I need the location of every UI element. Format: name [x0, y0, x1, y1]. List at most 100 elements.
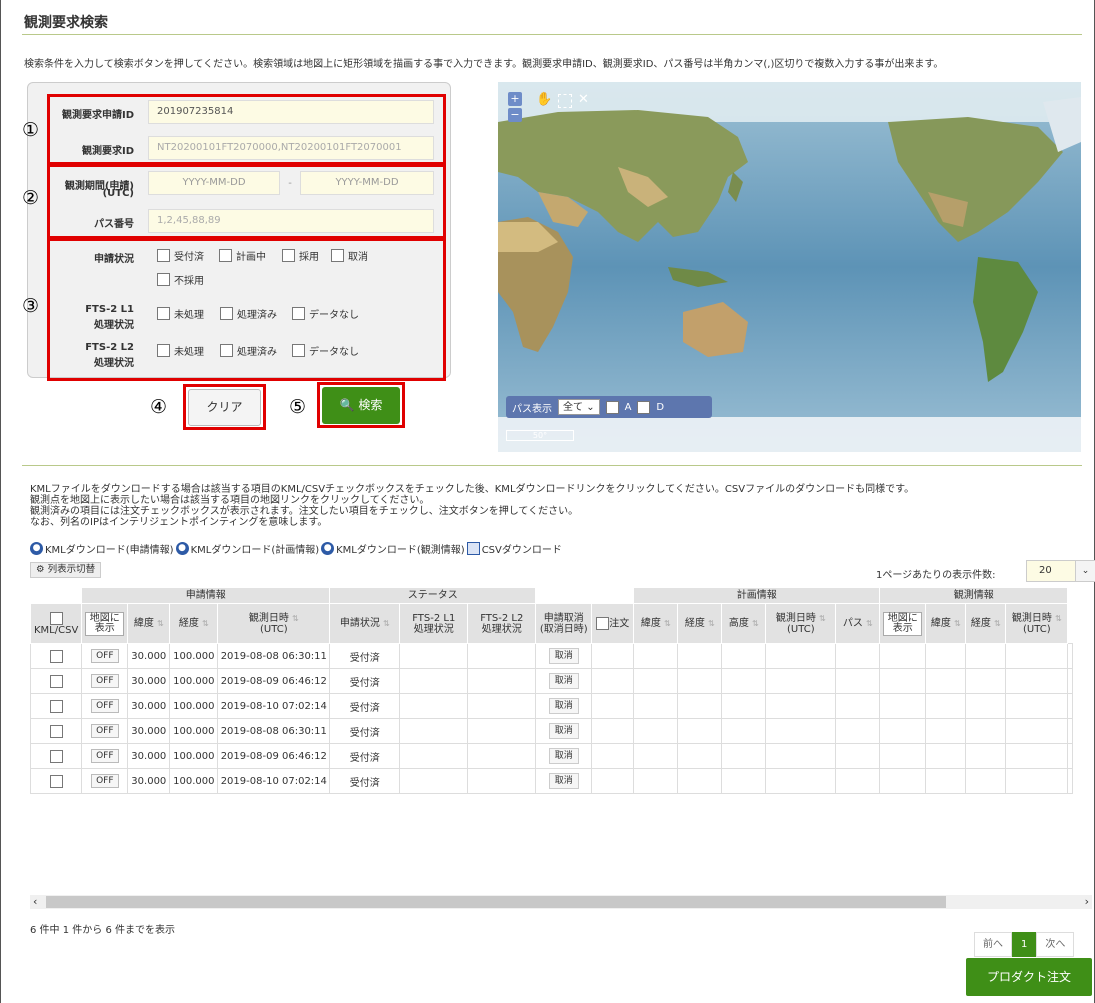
- row-empty-cell: [765, 718, 837, 744]
- ascending-label: A: [624, 401, 632, 413]
- ascending-checkbox[interactable]: [605, 400, 619, 414]
- col-obs-lon[interactable]: 経度 ⇅: [965, 603, 1007, 644]
- row-empty-cell: [879, 668, 927, 694]
- row-l1: [399, 718, 469, 744]
- row-l1: [399, 693, 469, 719]
- sort-icon: ⇅: [1055, 613, 1062, 623]
- row-empty-cell: [965, 668, 1007, 694]
- row-cancel-button[interactable]: 取消: [548, 673, 579, 689]
- col-obs-datetime[interactable]: 観測日時 ⇅ (UTC): [217, 603, 331, 644]
- scroll-left-icon[interactable]: ‹: [33, 895, 37, 908]
- order-all-checkbox[interactable]: [596, 617, 610, 630]
- sort-icon: ⇅: [202, 619, 209, 628]
- row-kml-checkbox[interactable]: [49, 724, 63, 738]
- col-plan-datetime[interactable]: 観測日時 ⇅ (UTC): [765, 603, 837, 644]
- col-plan-lon[interactable]: 経度 ⇅: [677, 603, 723, 644]
- rectangle-select-icon[interactable]: [558, 94, 572, 108]
- row-map-cell: OFF: [81, 693, 129, 719]
- obs-map-button[interactable]: 地図に表示: [883, 611, 923, 636]
- horizontal-scrollbar[interactable]: ‹ ›: [30, 895, 1092, 909]
- world-map[interactable]: + − ✋ ✕ パス表示 全て ⌄ A D 50°: [498, 82, 1081, 452]
- table-row: OFF 30.000 100.000 2019-08-10 07:02:14 受付済 取消: [29, 693, 1074, 719]
- scroll-thumb[interactable]: [46, 896, 946, 908]
- csv-download-link[interactable]: CSVダウンロード: [482, 541, 562, 556]
- row-l2: [467, 718, 537, 744]
- row-kml-checkbox[interactable]: [49, 699, 63, 713]
- prev-page-button[interactable]: 前へ: [974, 932, 1012, 957]
- map-all-button[interactable]: 地図に表示: [85, 611, 125, 636]
- pan-hand-icon[interactable]: ✋: [536, 92, 552, 107]
- row-map-toggle[interactable]: OFF: [91, 749, 119, 763]
- group-app-info: 申請情報: [81, 587, 331, 604]
- descending-checkbox[interactable]: [637, 400, 651, 414]
- row-map-toggle[interactable]: OFF: [91, 649, 119, 663]
- col-obs-lat[interactable]: 緯度 ⇅: [925, 603, 967, 644]
- row-status: 受付済: [329, 718, 401, 744]
- row-empty-cell: [633, 693, 679, 719]
- table-body: OFF 30.000 100.000 2019-08-08 06:30:11 受付済 取消…: [29, 643, 1074, 794]
- select-all-checkbox[interactable]: [49, 611, 63, 625]
- row-empty-cell: [591, 768, 635, 794]
- row-map-toggle[interactable]: OFF: [91, 774, 119, 788]
- clear-shape-icon[interactable]: ✕: [578, 92, 589, 107]
- row-map-toggle[interactable]: OFF: [91, 674, 119, 688]
- row-cancel-button[interactable]: 取消: [548, 648, 579, 664]
- product-order-button[interactable]: プロダクト注文: [966, 958, 1092, 996]
- globe-icon: ●: [175, 542, 189, 555]
- kml-download-app-link[interactable]: KMLダウンロード(申請情報): [45, 541, 174, 556]
- col-plan-lat[interactable]: 緯度 ⇅: [633, 603, 679, 644]
- section-divider: [22, 465, 1082, 466]
- row-empty-cell: [835, 768, 881, 794]
- instructions: KMLファイルをダウンロードする場合は該当する項目のKML/CSVチェックボック…: [30, 484, 914, 528]
- sort-icon: ⇅: [752, 619, 759, 628]
- row-l2: [467, 743, 537, 769]
- kml-download-plan-link[interactable]: KMLダウンロード(計画情報): [191, 541, 320, 556]
- search-button[interactable]: 🔍 検索: [322, 387, 400, 424]
- row-empty-cell: [835, 693, 881, 719]
- row-lat: 30.000: [127, 643, 171, 669]
- sort-icon: ⇅: [157, 619, 164, 628]
- row-empty-cell: [677, 768, 723, 794]
- clear-button[interactable]: クリア: [188, 389, 261, 426]
- row-empty-cell: [879, 643, 927, 669]
- col-l1-status[interactable]: FTS-2 L1 処理状況: [399, 603, 469, 644]
- col-obs-datetime2[interactable]: 観測日時 ⇅ (UTC): [1005, 603, 1069, 644]
- row-map-toggle[interactable]: OFF: [91, 699, 119, 713]
- row-map-toggle[interactable]: OFF: [91, 724, 119, 738]
- row-lat: 30.000: [127, 743, 171, 769]
- col-app-status[interactable]: 申請状況 ⇅: [329, 603, 401, 644]
- row-map-cell: OFF: [81, 743, 129, 769]
- zoom-in-button[interactable]: +: [508, 92, 522, 106]
- row-empty-cell: [925, 718, 967, 744]
- kml-download-obs-link[interactable]: KMLダウンロード(観測情報): [336, 541, 465, 556]
- annotation-box-2: [47, 164, 446, 239]
- col-plan-path[interactable]: パス ⇅: [835, 603, 881, 644]
- row-kml-checkbox[interactable]: [49, 749, 63, 763]
- col-l2-status[interactable]: FTS-2 L2 処理状況: [467, 603, 537, 644]
- pass-display-select[interactable]: 全て ⌄: [558, 399, 600, 415]
- row-cancel-button[interactable]: 取消: [548, 723, 579, 739]
- sort-icon: ⇅: [994, 619, 1001, 628]
- col-lat[interactable]: 緯度 ⇅: [127, 603, 171, 644]
- pagination: 前へ 1 次へ: [974, 932, 1075, 957]
- row-cancel-button[interactable]: 取消: [548, 773, 579, 789]
- col-lon[interactable]: 経度 ⇅: [169, 603, 219, 644]
- row-kml-checkbox[interactable]: [49, 774, 63, 788]
- row-kml-checkbox[interactable]: [49, 674, 63, 688]
- column-toggle-button[interactable]: ⚙ 列表示切替: [30, 562, 102, 578]
- row-cancel-cell: 取消: [535, 768, 593, 794]
- next-page-button[interactable]: 次へ: [1036, 932, 1075, 957]
- group-plan-info: 計画情報: [633, 587, 881, 604]
- row-empty-cell: [677, 743, 723, 769]
- scroll-right-icon[interactable]: ›: [1085, 895, 1089, 908]
- row-datetime: 2019-08-10 07:02:14: [217, 693, 331, 719]
- row-empty-cell: [965, 693, 1007, 719]
- current-page[interactable]: 1: [1012, 932, 1037, 957]
- row-cancel-button[interactable]: 取消: [548, 698, 579, 714]
- per-page-select[interactable]: 20 ⌄: [1026, 560, 1095, 582]
- zoom-out-button[interactable]: −: [508, 108, 522, 122]
- row-empty-cell: [677, 718, 723, 744]
- row-kml-checkbox[interactable]: [49, 649, 63, 663]
- col-plan-alt[interactable]: 高度 ⇅: [721, 603, 767, 644]
- row-cancel-button[interactable]: 取消: [548, 748, 579, 764]
